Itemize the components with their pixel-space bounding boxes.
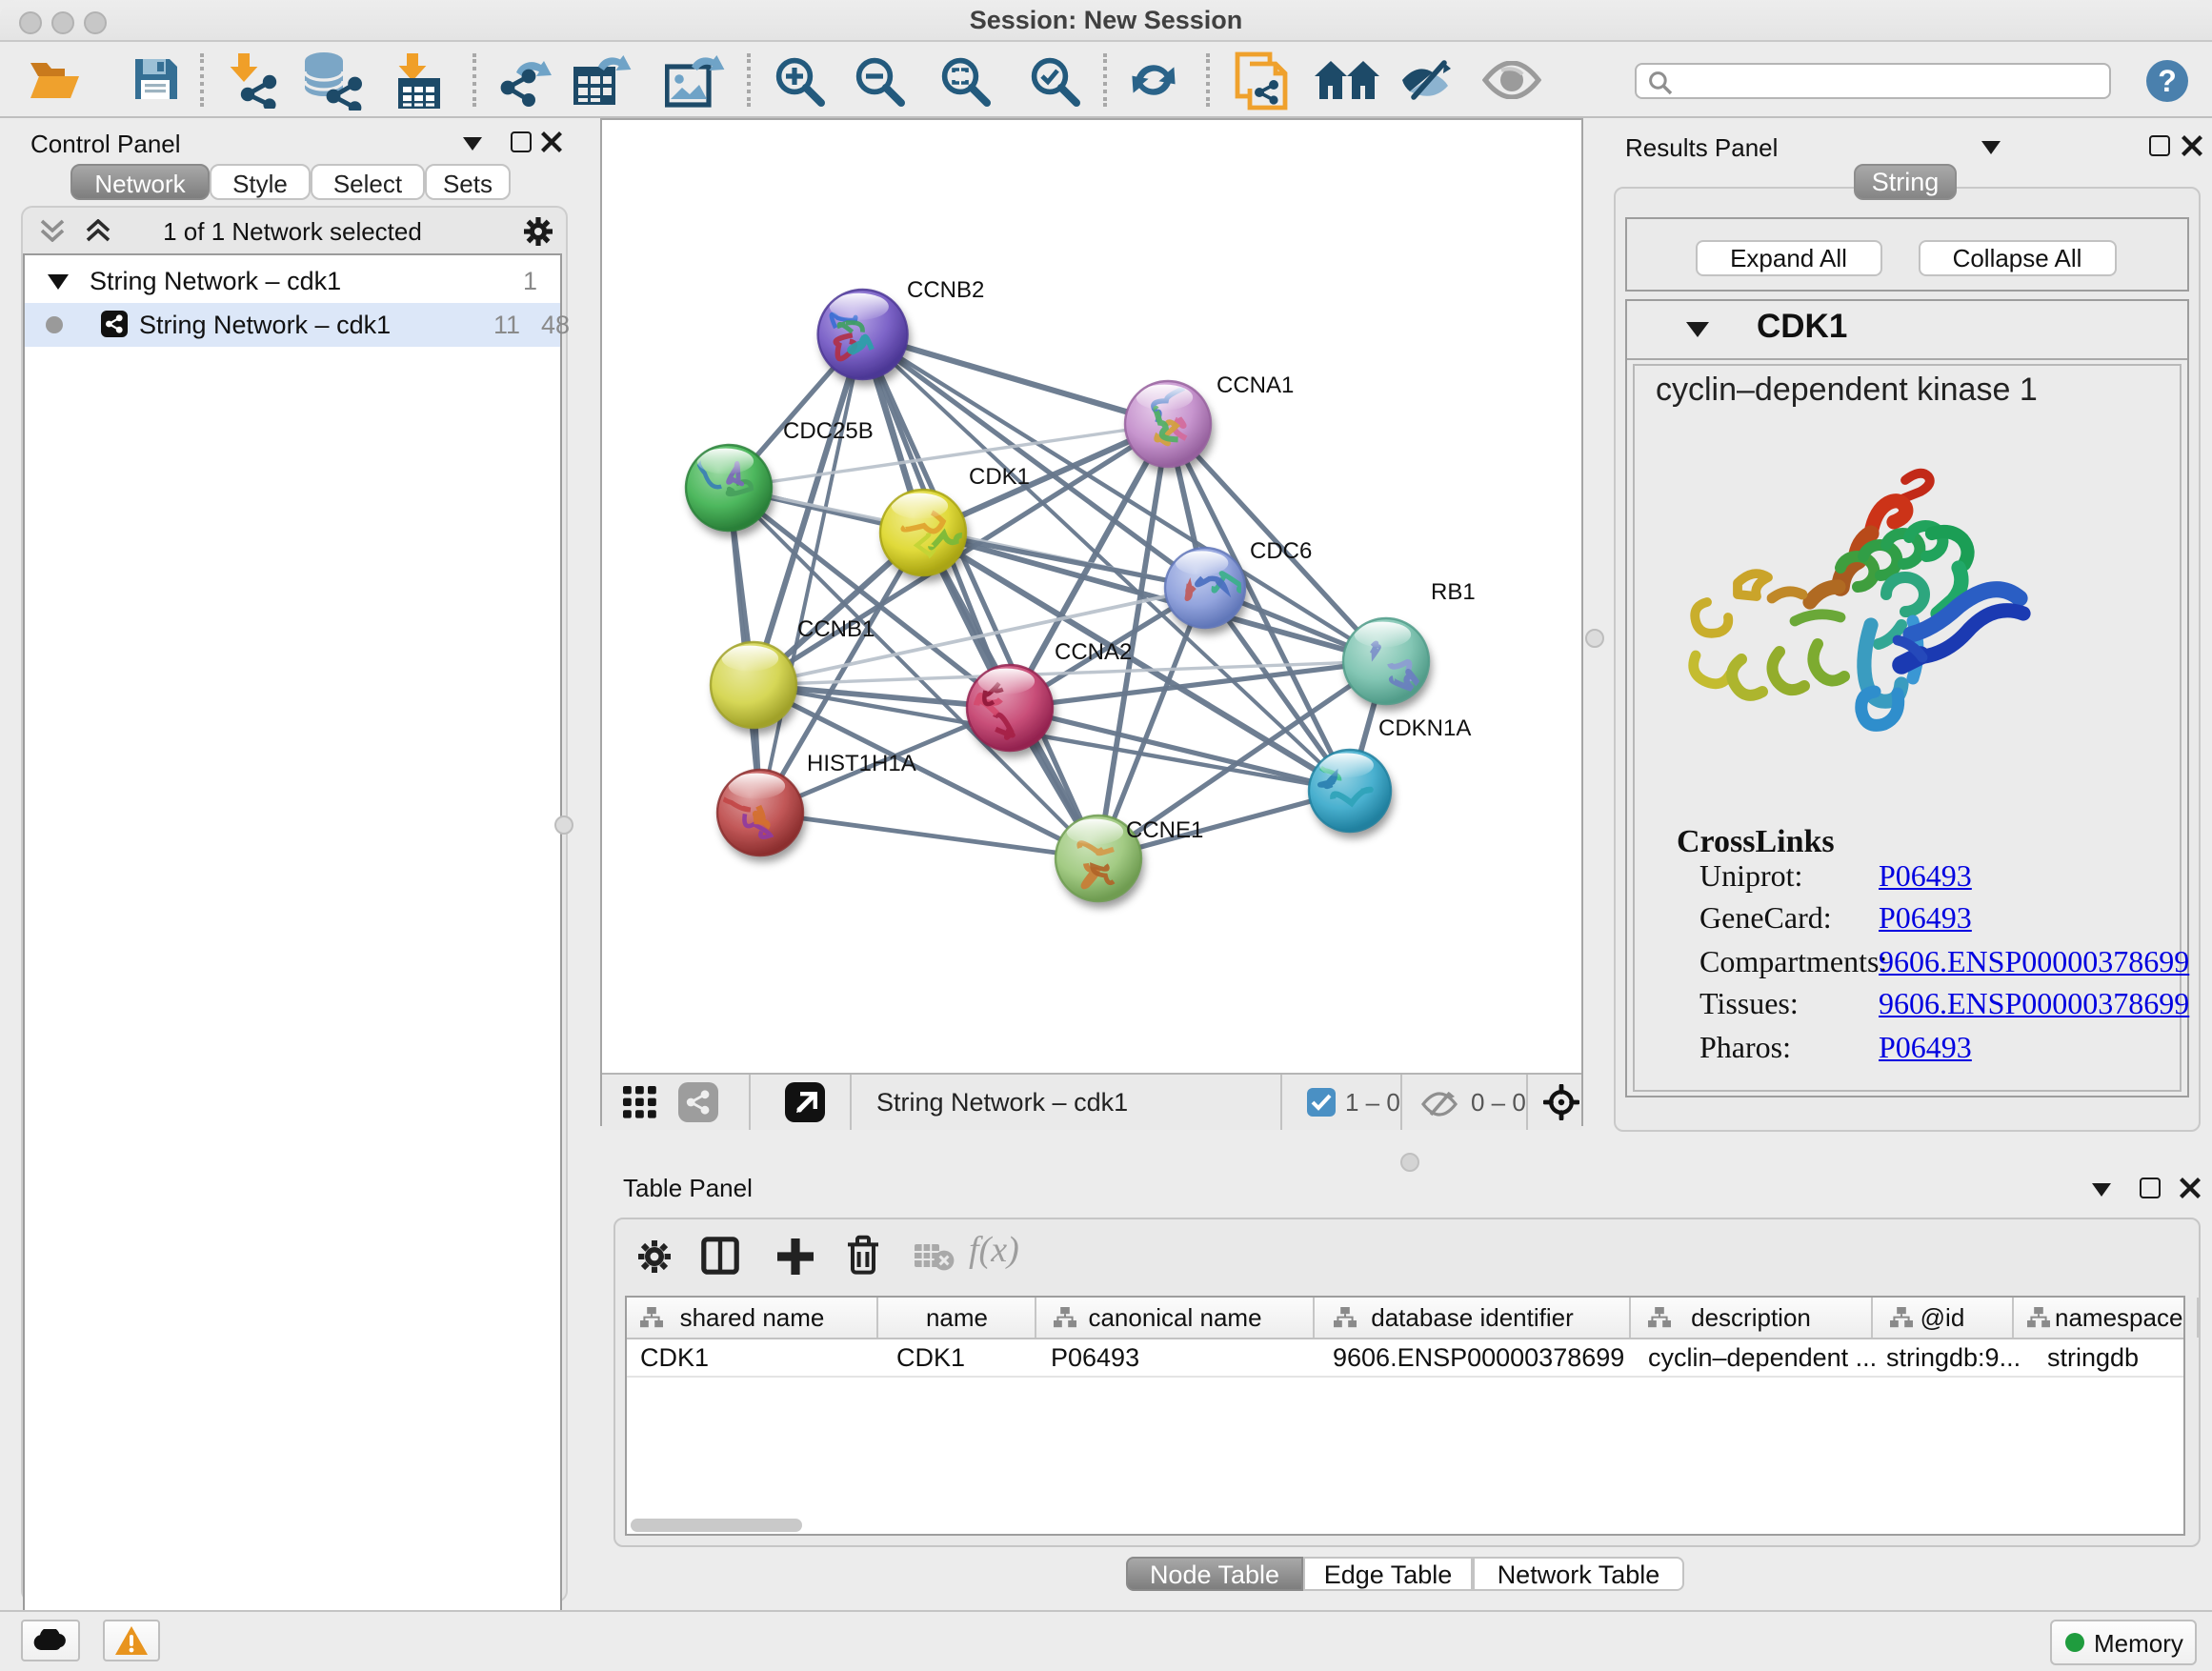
svg-text:CCNA1: CCNA1 — [1217, 372, 1294, 398]
svg-text:CCNB1: CCNB1 — [797, 616, 875, 642]
svg-text:HIST1H1A: HIST1H1A — [807, 751, 916, 776]
svg-text:CCNA2: CCNA2 — [1055, 639, 1132, 665]
svg-text:CCNE1: CCNE1 — [1126, 817, 1203, 843]
svg-text:CDKN1A: CDKN1A — [1378, 715, 1471, 741]
svg-text:CCNB2: CCNB2 — [907, 277, 984, 303]
svg-text:?: ? — [2158, 64, 2177, 98]
svg-text:CDK1: CDK1 — [969, 464, 1030, 490]
svg-text:CDC25B: CDC25B — [783, 418, 874, 444]
svg-text:CDC6: CDC6 — [1250, 538, 1312, 564]
svg-text:RB1: RB1 — [1431, 579, 1476, 605]
